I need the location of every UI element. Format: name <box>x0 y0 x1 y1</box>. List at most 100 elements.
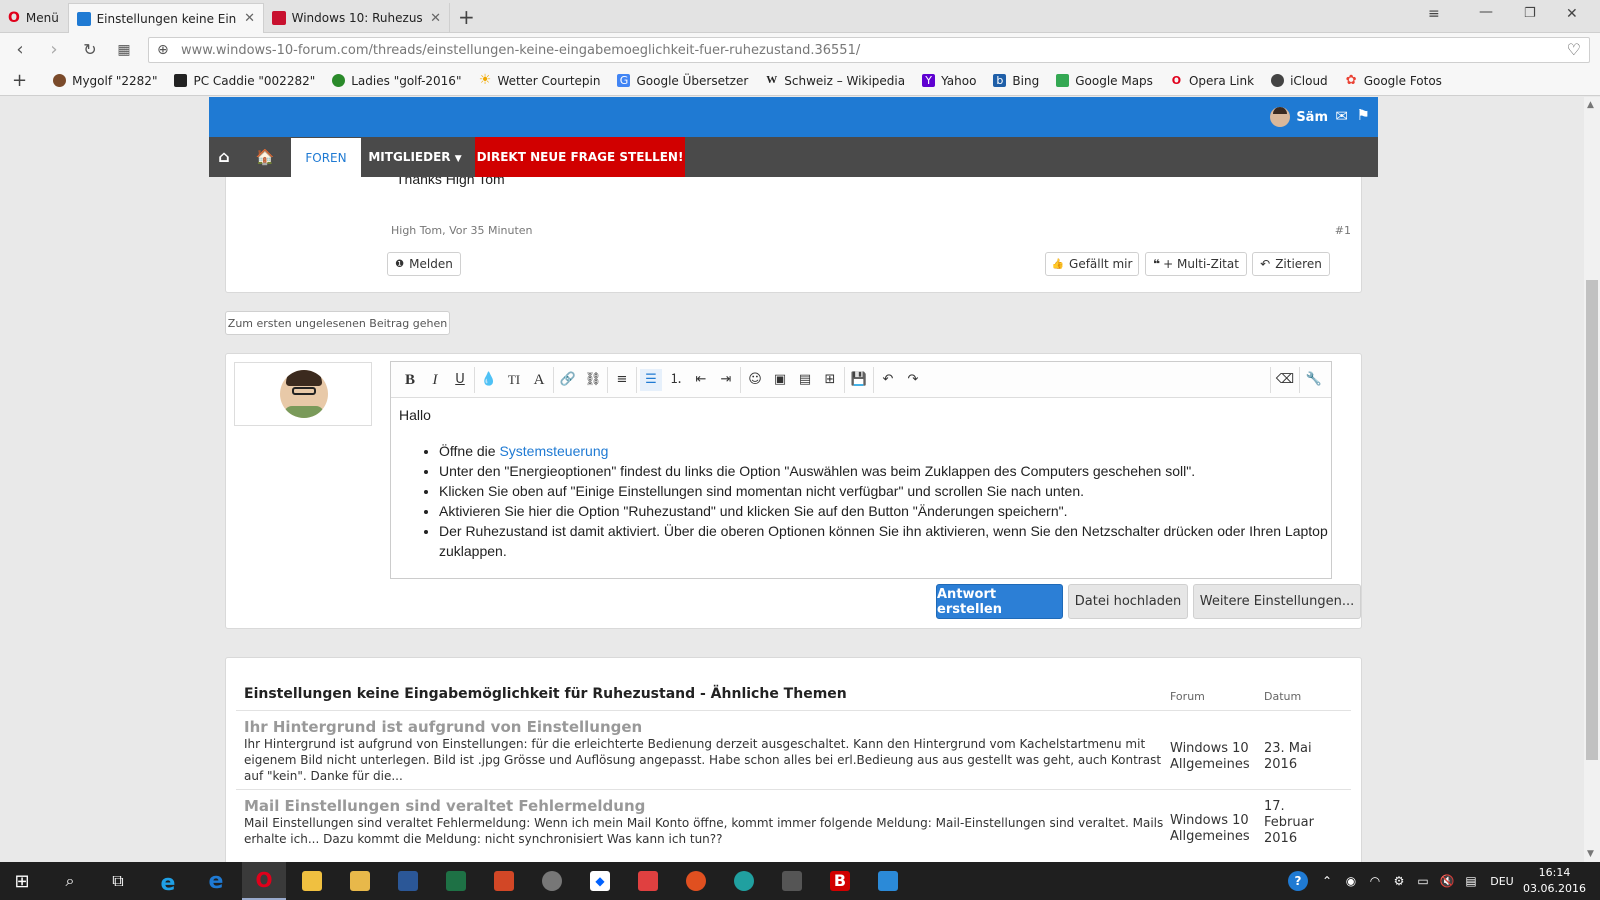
url-field[interactable]: ⊕ www.windows-10-forum.com/threads/einst… <box>148 37 1590 63</box>
mail-app-icon[interactable] <box>290 862 334 900</box>
tab-menu-icon[interactable]: ≡ <box>1428 6 1440 22</box>
alerts-flag-icon[interactable]: ⚑ <box>1357 106 1370 124</box>
thread-forum[interactable]: Windows 10 Allgemeines <box>1170 813 1260 845</box>
post-number[interactable]: #1 <box>1335 224 1351 237</box>
media-icon[interactable]: ▤ <box>794 369 816 391</box>
forum-logo-icon[interactable]: ⌂ <box>209 137 239 177</box>
minimize-icon[interactable]: — <box>1479 4 1493 20</box>
internet-explorer-icon[interactable]: e <box>146 862 190 900</box>
first-unread-button[interactable]: Zum ersten ungelesenen Beitrag gehen <box>225 311 450 335</box>
bookmark-item[interactable]: Ladies "golf-2016" <box>332 74 461 88</box>
page-scrollbar[interactable]: ▲ ▼ <box>1584 97 1600 862</box>
bookmark-item[interactable]: Mygolf "2282" <box>53 74 157 88</box>
redo-icon[interactable]: ↷ <box>902 369 924 391</box>
tab-inactive[interactable]: Windows 10: Ruhezustand ✕ <box>264 3 450 33</box>
bookmark-item[interactable]: ✿ Google Fotos <box>1345 74 1442 88</box>
report-button[interactable]: ❶ Melden <box>387 252 461 276</box>
align-icon[interactable]: ≡ <box>611 369 633 391</box>
action-center-icon[interactable]: ▤ <box>1460 862 1482 900</box>
app-icon[interactable] <box>722 862 766 900</box>
save-draft-icon[interactable]: 💾 <box>848 369 870 391</box>
close-tab-icon[interactable]: ✕ <box>430 11 441 26</box>
windows-start-icon[interactable]: ⊞ <box>0 862 44 900</box>
like-button[interactable]: 👍 Gefällt mir <box>1045 252 1139 276</box>
bookmark-item[interactable]: b Bing <box>993 74 1039 88</box>
home-icon[interactable]: 🏠 <box>249 137 281 177</box>
system-clock[interactable]: 16:14 03.06.2016 <box>1523 865 1586 897</box>
link-icon[interactable]: 🔗 <box>557 369 579 391</box>
quote-button[interactable]: ↶ Zitieren <box>1252 252 1330 276</box>
network-icon[interactable]: ⚙ <box>1388 862 1410 900</box>
reload-icon[interactable]: ↻ <box>78 38 102 62</box>
insert-icon[interactable]: ⊞ <box>819 369 841 391</box>
font-size-icon[interactable]: TI <box>503 369 525 391</box>
numbered-list-icon[interactable]: ⒈ <box>665 369 687 391</box>
scrollbar-thumb[interactable] <box>1586 280 1598 760</box>
multiquote-button[interactable]: ❝ + Multi-Zitat <box>1145 252 1247 276</box>
photos-app-icon[interactable] <box>626 862 670 900</box>
app-icon[interactable] <box>866 862 910 900</box>
systemsteuerung-link[interactable]: Systemsteuerung <box>499 443 608 459</box>
italic-icon[interactable]: I <box>424 369 446 391</box>
smiley-icon[interactable]: ☺ <box>744 369 766 391</box>
bookmark-item[interactable]: ☀ Wetter Courtepin <box>478 73 601 88</box>
battery-icon[interactable]: ▭ <box>1412 862 1434 900</box>
underline-icon[interactable]: U <box>449 369 471 391</box>
nav-forums-tab[interactable]: FOREN <box>291 138 361 177</box>
bookmark-item[interactable]: O Opera Link <box>1170 74 1254 88</box>
bookmark-item[interactable]: PC Caddie "002282" <box>174 74 315 88</box>
app-icon[interactable] <box>770 862 814 900</box>
image-icon[interactable]: ▣ <box>769 369 791 391</box>
font-family-icon[interactable]: A <box>528 369 550 391</box>
wifi-icon[interactable]: ◠ <box>1364 862 1386 900</box>
volume-mute-icon[interactable]: 🔇 <box>1436 862 1458 900</box>
app-icon[interactable] <box>530 862 574 900</box>
task-view-icon[interactable]: ⧉ <box>96 862 140 900</box>
inbox-envelope-icon[interactable]: ✉ <box>1335 107 1348 125</box>
help-icon[interactable]: ? <box>1284 862 1312 900</box>
nav-members-tab[interactable]: MITGLIEDER ▼ <box>361 137 469 177</box>
input-language[interactable]: DEU <box>1486 862 1518 900</box>
thread-title-link[interactable]: Ihr Hintergrund ist aufgrund von Einstel… <box>244 718 1164 736</box>
bookmark-item[interactable]: Google Maps <box>1056 74 1153 88</box>
bold-icon[interactable]: B <box>399 369 421 391</box>
upload-file-button[interactable]: Datei hochladen <box>1068 584 1188 619</box>
more-options-button[interactable]: Weitere Einstellungen... <box>1193 584 1361 619</box>
submit-reply-button[interactable]: Antwort erstellen <box>936 584 1063 619</box>
similar-thread-row[interactable]: Ihr Hintergrund ist aufgrund von Einstel… <box>244 718 1164 784</box>
indent-icon[interactable]: ⇥ <box>715 369 737 391</box>
bookmark-item[interactable]: W Schweiz – Wikipedia <box>765 74 905 88</box>
word-icon[interactable] <box>386 862 430 900</box>
text-color-icon[interactable]: 💧 <box>478 369 500 391</box>
thread-forum[interactable]: Windows 10 Allgemeines <box>1170 741 1260 773</box>
unlink-icon[interactable]: ⛓ <box>582 369 604 391</box>
scroll-down-icon[interactable]: ▼ <box>1587 849 1594 859</box>
speed-dial-grid-icon[interactable]: ▦ <box>112 38 136 62</box>
forward-arrow-icon[interactable]: › <box>42 38 66 62</box>
excel-icon[interactable] <box>434 862 478 900</box>
back-arrow-icon[interactable]: ‹ <box>8 38 32 62</box>
bullet-list-icon[interactable]: ☰ <box>640 368 662 391</box>
wrench-icon[interactable]: 🔧 <box>1303 369 1325 391</box>
bookmark-heart-icon[interactable]: ♡ <box>1567 40 1581 59</box>
bookmark-item[interactable]: iCloud <box>1271 74 1328 88</box>
eraser-icon[interactable]: ⌫ <box>1274 369 1296 391</box>
restore-icon[interactable]: ❐ <box>1524 6 1536 21</box>
bookmark-item[interactable]: G Google Übersetzer <box>617 74 748 88</box>
undo-icon[interactable]: ↶ <box>877 369 899 391</box>
window-close-icon[interactable]: ✕ <box>1566 6 1578 22</box>
thread-title-link[interactable]: Mail Einstellungen sind veraltet Fehlerm… <box>244 797 1164 815</box>
app-b-icon[interactable]: B <box>818 862 862 900</box>
tab-active[interactable]: Einstellungen keine Eingab ✕ <box>68 3 264 33</box>
add-bookmark-plus-icon[interactable]: + <box>12 70 27 91</box>
similar-thread-row[interactable]: Mail Einstellungen sind veraltet Fehlerm… <box>244 797 1164 847</box>
rich-text-editor[interactable]: B I U 💧 TI A 🔗 ⛓ ≡ ☰ ⒈ ⇤ ⇥ ☺ ▣ ▤ ⊞ 💾 ↶ ↷… <box>390 361 1332 579</box>
tray-app-icon[interactable]: ◉ <box>1340 862 1362 900</box>
file-explorer-icon[interactable] <box>338 862 382 900</box>
close-tab-icon[interactable]: ✕ <box>244 11 255 26</box>
dropbox-icon[interactable]: ◆ <box>578 862 622 900</box>
new-tab-plus-icon[interactable]: + <box>458 5 475 29</box>
tray-chevron-up-icon[interactable]: ⌃ <box>1316 862 1338 900</box>
bookmark-item[interactable]: Y Yahoo <box>922 74 976 88</box>
powerpoint-icon[interactable] <box>482 862 526 900</box>
